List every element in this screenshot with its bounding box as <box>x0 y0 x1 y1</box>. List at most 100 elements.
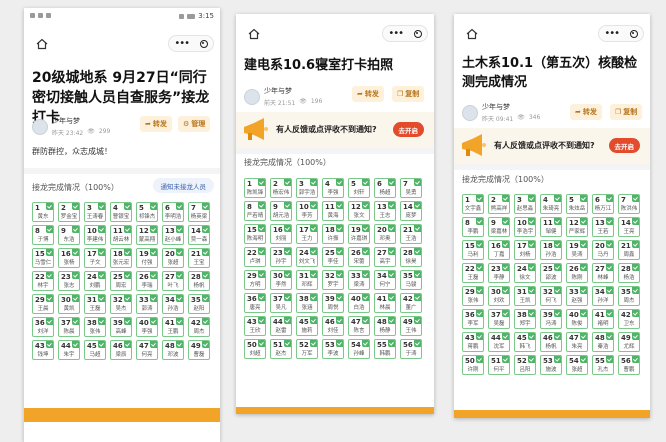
close-icon[interactable] <box>413 29 422 38</box>
checkin-cell[interactable]: 5 刘轩 <box>348 178 370 198</box>
checkin-cell[interactable]: 37 吴磊 <box>488 309 510 329</box>
checkin-cell[interactable]: 25 周宏 <box>110 271 132 291</box>
checkin-cell[interactable]: 11 胡云林 <box>110 225 132 245</box>
checkin-cell[interactable]: 2 熊高祥 <box>488 194 510 214</box>
checkin-cell[interactable]: 53 李波 <box>322 339 344 359</box>
checkin-cell[interactable]: 38 郑宇 <box>514 309 536 329</box>
checkin-cell[interactable]: 15 陈海明 <box>244 224 266 244</box>
checkin-cell[interactable]: 3 王涛春 <box>84 202 106 222</box>
checkin-cell[interactable]: 45 韩飞 <box>514 332 536 352</box>
close-icon[interactable] <box>199 39 208 48</box>
checkin-cell[interactable]: 37 陈晨 <box>58 317 80 337</box>
checkin-cell[interactable]: 3 赵思淼 <box>514 194 536 214</box>
checkin-cell[interactable]: 23 孙宇 <box>270 247 292 267</box>
checkin-cell[interactable]: 22 王磊 <box>462 263 484 283</box>
checkin-cell[interactable]: 19 付强 <box>136 248 158 268</box>
checkin-cell[interactable]: 42 周杰 <box>188 317 210 337</box>
checkin-cell[interactable]: 44 沈军 <box>488 332 510 352</box>
checkin-cell[interactable]: 42 卫东 <box>618 309 640 329</box>
checkin-cell[interactable]: 8 李鹏 <box>462 217 484 237</box>
checkin-cell[interactable]: 48 邓波 <box>162 340 184 360</box>
checkin-cell[interactable]: 53 施波 <box>540 355 562 375</box>
checkin-cell[interactable]: 32 罗宇 <box>322 270 344 290</box>
checkin-cell[interactable]: 30 李然 <box>270 270 292 290</box>
checkin-cell[interactable]: 16 刘丽 <box>270 224 292 244</box>
checkin-cell[interactable]: 22 卢琪 <box>244 247 266 267</box>
home-icon[interactable] <box>34 36 50 52</box>
checkin-cell[interactable]: 47 何亮 <box>136 340 158 360</box>
checkin-cell[interactable]: 36 唐亮 <box>244 293 266 313</box>
checkin-cell[interactable]: 54 孙峰 <box>348 339 370 359</box>
more-icon[interactable]: ••• <box>174 38 190 49</box>
checkin-cell[interactable]: 29 方明 <box>244 270 266 290</box>
checkin-cell[interactable]: 44 朱宇 <box>58 340 80 360</box>
checkin-cell[interactable]: 46 梁辰 <box>110 340 132 360</box>
checkin-cell[interactable]: 40 陈俊 <box>566 309 588 329</box>
checkin-cell[interactable]: 29 王晨 <box>32 294 54 314</box>
checkin-cell[interactable]: 41 林晨 <box>374 293 396 313</box>
checkin-cell[interactable]: 24 刘文飞 <box>296 247 318 267</box>
checkin-cell[interactable]: 1 陈凯锋 <box>244 178 266 198</box>
share-button[interactable]: ➦ 转发 <box>352 86 384 102</box>
checkin-cell[interactable]: 32 何飞 <box>540 286 562 306</box>
checkin-cell[interactable]: 39 高峰 <box>110 317 132 337</box>
checkin-cell[interactable]: 31 王磊 <box>84 294 106 314</box>
checkin-cell[interactable]: 12 蒙高翔 <box>136 225 158 245</box>
checkin-cell[interactable]: 33 赵强 <box>566 286 588 306</box>
checkin-cell[interactable]: 26 李瑞 <box>136 271 158 291</box>
checkin-cell[interactable]: 4 李强 <box>322 178 344 198</box>
checkin-cell[interactable]: 8 严若晴 <box>244 201 266 221</box>
checkin-cell[interactable]: 11 邹健 <box>540 217 562 237</box>
checkin-cell[interactable]: 16 张杨 <box>58 248 80 268</box>
checkin-cell[interactable]: 49 尤辉 <box>618 332 640 352</box>
checkin-cell[interactable]: 50 刘超 <box>244 339 266 359</box>
checkin-cell[interactable]: 7 陈洪伟 <box>618 194 640 214</box>
checkin-cell[interactable]: 16 丁嘉 <box>488 240 510 260</box>
enable-notification-button[interactable]: 去开启 <box>608 138 640 153</box>
checkin-cell[interactable]: 4 曹银宝 <box>110 202 132 222</box>
home-icon[interactable] <box>246 26 262 42</box>
checkin-cell[interactable]: 36 刘洋 <box>32 317 54 337</box>
checkin-cell[interactable]: 38 张伟 <box>84 317 106 337</box>
checkin-cell[interactable]: 14 庞梦 <box>400 201 422 221</box>
checkin-cell[interactable]: 2 杨宏伟 <box>270 178 292 198</box>
checkin-cell[interactable]: 39 周悦 <box>322 293 344 313</box>
checkin-cell[interactable]: 34 孙浩 <box>162 294 184 314</box>
checkin-cell[interactable]: 8 于博 <box>32 225 54 245</box>
checkin-cell[interactable]: 19 吴涛 <box>566 240 588 260</box>
checkin-cell[interactable]: 17 刘杨 <box>514 240 536 260</box>
checkin-cell[interactable]: 13 赵小峰 <box>162 225 184 245</box>
checkin-cell[interactable]: 20 邓奥 <box>374 224 396 244</box>
checkin-cell[interactable]: 48 秦浩 <box>592 332 614 352</box>
checkin-cell[interactable]: 45 马超 <box>84 340 106 360</box>
checkin-cell[interactable]: 19 许嘉琪 <box>348 224 370 244</box>
checkin-cell[interactable]: 10 李建伟 <box>84 225 106 245</box>
checkin-cell[interactable]: 21 周鑫 <box>618 240 640 260</box>
checkin-cell[interactable]: 9 梁嘉林 <box>488 217 510 237</box>
checkin-cell[interactable]: 56 曹鹏 <box>618 355 640 375</box>
checkin-cell[interactable]: 49 曹磊 <box>188 340 210 360</box>
checkin-cell[interactable]: 11 黄海 <box>322 201 344 221</box>
checkin-cell[interactable]: 38 张涵 <box>296 293 318 313</box>
manage-button[interactable]: ⚙ 管理 <box>178 116 211 132</box>
checkin-cell[interactable]: 5 祁锋杰 <box>136 202 158 222</box>
checkin-cell[interactable]: 10 李芳 <box>296 201 318 221</box>
checkin-cell[interactable]: 22 林宇 <box>32 271 54 291</box>
checkin-cell[interactable]: 1 黄东 <box>32 202 54 222</box>
checkin-cell[interactable]: 43 蒋鹏 <box>462 332 484 352</box>
copy-button[interactable]: ❐ 复制 <box>392 86 425 102</box>
home-icon[interactable] <box>464 26 480 42</box>
checkin-cell[interactable]: 21 王浩 <box>400 224 422 244</box>
checkin-cell[interactable]: 55 韩鹏 <box>374 339 396 359</box>
checkin-cell[interactable]: 31 王凯 <box>514 286 536 306</box>
checkin-cell[interactable]: 17 王力 <box>296 224 318 244</box>
checkin-cell[interactable]: 50 许刚 <box>462 355 484 375</box>
checkin-cell[interactable]: 48 杨静 <box>374 316 396 336</box>
checkin-cell[interactable]: 46 杨帆 <box>540 332 562 352</box>
close-icon[interactable] <box>629 29 638 38</box>
checkin-cell[interactable]: 47 陈言 <box>348 316 370 336</box>
checkin-cell[interactable]: 40 李强 <box>136 317 158 337</box>
checkin-cell[interactable]: 17 子文 <box>84 248 106 268</box>
checkin-cell[interactable]: 28 杨帆 <box>188 271 210 291</box>
checkin-cell[interactable]: 6 杨万江 <box>592 194 614 214</box>
